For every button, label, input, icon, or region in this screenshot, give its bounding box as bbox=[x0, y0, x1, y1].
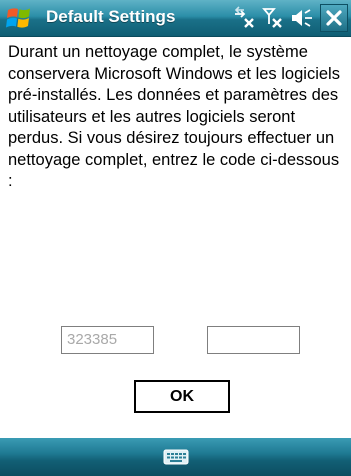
close-button[interactable] bbox=[320, 4, 348, 32]
window-title: Default Settings bbox=[46, 7, 176, 26]
volume-icon[interactable] bbox=[289, 4, 315, 32]
connectivity-off-icon[interactable] bbox=[232, 4, 258, 32]
signal-off-icon[interactable] bbox=[262, 4, 286, 32]
reset-code-display: 323385 bbox=[61, 326, 154, 354]
softkey-bar bbox=[0, 438, 351, 476]
ok-button[interactable]: OK bbox=[134, 380, 230, 413]
reset-code-input[interactable] bbox=[207, 326, 300, 354]
dialog-message: Durant un nettoyage complet, le système … bbox=[8, 43, 340, 190]
close-icon bbox=[326, 10, 342, 26]
keyboard-icon[interactable] bbox=[162, 446, 190, 468]
title-bar: Default Settings bbox=[0, 0, 351, 37]
windows-flag-icon[interactable] bbox=[4, 3, 34, 33]
